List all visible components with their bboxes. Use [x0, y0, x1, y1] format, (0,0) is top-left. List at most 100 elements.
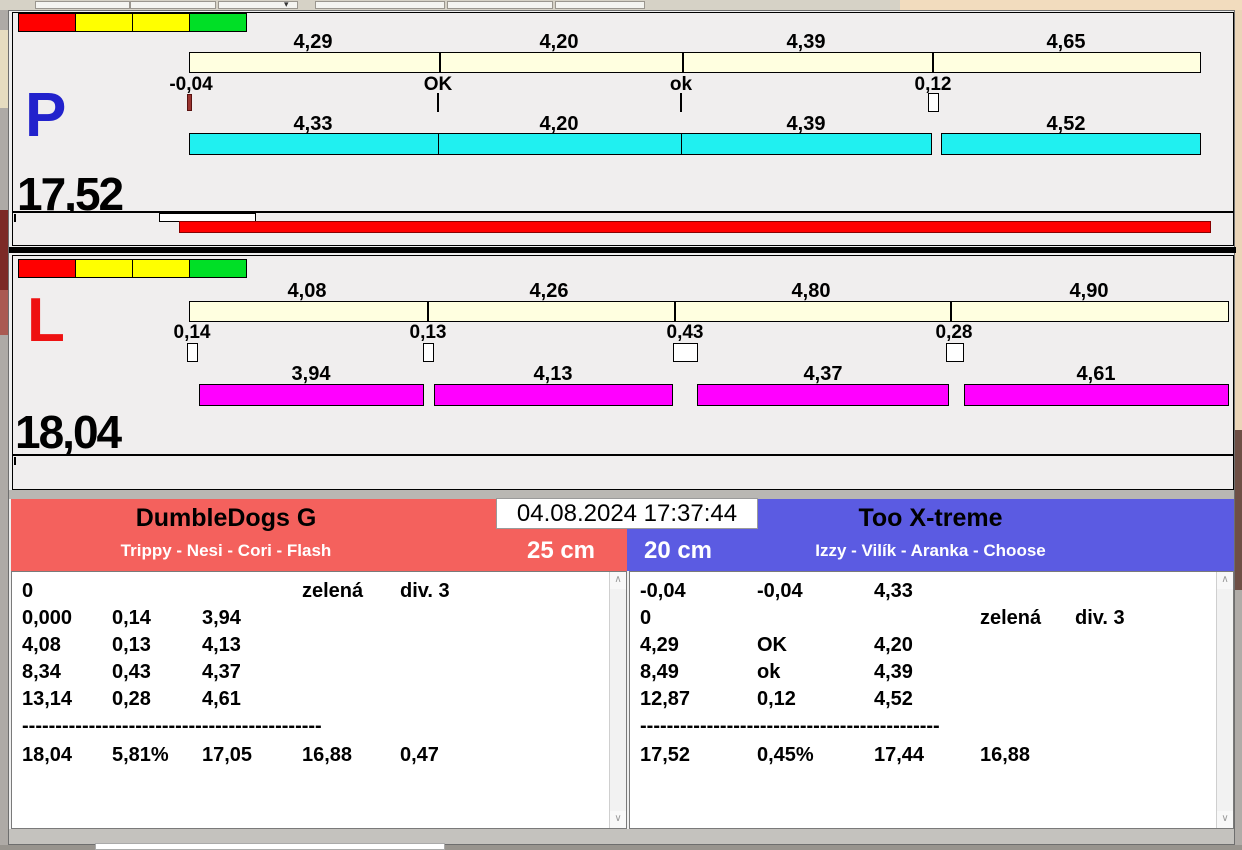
table-total-row: 18,04 5,81% 17,05 16,88 0,47	[12, 744, 606, 771]
l-ref-seg-label-4: 4,90	[1069, 280, 1109, 302]
cell: 3,94	[202, 607, 241, 629]
l-run-seg-label-4: 4,61	[1076, 363, 1116, 385]
l-changeover-gap-marker	[946, 343, 964, 362]
table-separator: ----------------------------------------…	[640, 715, 940, 737]
traffic-light-yellow2	[132, 13, 190, 32]
l-marker-label-3: 0,43	[666, 322, 704, 343]
cell: 4,33	[874, 580, 913, 602]
progress-origin-tick	[14, 214, 16, 222]
background-window-bottom-box	[95, 843, 445, 850]
table-row: 4,08 0,13 4,13	[12, 634, 606, 661]
lane-l-letter: L	[27, 286, 65, 355]
cell: div. 3	[1075, 607, 1125, 629]
dropdown-arrow-icon: ▾	[284, 0, 289, 9]
left-team-name: DumbleDogs G	[135, 504, 317, 532]
right-table-scrollbar[interactable]: ∧ ∨	[1216, 572, 1233, 828]
traffic-light-yellow1	[75, 13, 133, 32]
cell: 0,45%	[757, 744, 814, 766]
table-row: 0,000 0,14 3,94	[12, 607, 606, 634]
right-team-result-table: -0,04 -0,04 4,33 0 zelená div. 3 4,29 OK…	[629, 571, 1234, 829]
scroll-down-icon[interactable]: ∨	[610, 811, 626, 828]
cell: 4,08	[22, 634, 61, 656]
cell: 4,39	[874, 661, 913, 683]
background-sliver-segment	[0, 210, 8, 290]
p-ok-marker-line	[680, 93, 682, 112]
l-changeover-gap-marker	[423, 343, 434, 362]
l-run-segment-2	[434, 384, 673, 406]
right-team-height-class: 20 cm	[643, 537, 713, 564]
cell: 17,44	[874, 744, 925, 766]
background-sliver-segment	[1235, 10, 1242, 430]
traffic-light-strip	[18, 13, 252, 32]
table-row: -0,04 -0,04 4,33	[630, 580, 1213, 607]
p-ref-seg-label-2: 4,20	[539, 31, 579, 53]
left-team-dogs: Trippy - Nesi - Cori - Flash	[120, 541, 332, 560]
l-progress-container	[12, 455, 1234, 490]
cell: 0	[640, 607, 652, 629]
lane-p-panel: P 17,52 4,29 4,20 4,39 4,65 -0,04 OK ok …	[12, 12, 1234, 217]
scroll-up-icon[interactable]: ∧	[610, 572, 626, 589]
p-reference-bar	[189, 52, 1201, 73]
cell: 17,52	[640, 744, 691, 766]
table-row: 8,34 0,43 4,37	[12, 661, 606, 688]
cell: 0,13	[112, 634, 151, 656]
cell: 5,81%	[112, 744, 169, 766]
cell: 4,29	[640, 634, 679, 656]
l-ref-seg-label-3: 4,80	[791, 280, 831, 302]
left-table-scrollbar[interactable]: ∧ ∨	[609, 572, 626, 828]
scroll-down-icon[interactable]: ∨	[1217, 811, 1233, 828]
lane-p-letter: P	[25, 81, 67, 150]
cell: 0,43	[112, 661, 151, 683]
cell: 0,12	[757, 688, 796, 710]
cell: 4,37	[202, 661, 241, 683]
bar-tick	[932, 53, 934, 72]
cell: 4,52	[874, 688, 913, 710]
l-changeover-gap-marker	[673, 343, 698, 362]
l-reference-bar	[189, 301, 1229, 322]
p-progress-container	[12, 212, 1234, 246]
l-changeover-gap-marker	[187, 343, 198, 362]
p-marker-label-1: -0,04	[169, 74, 213, 95]
cell: 4,61	[202, 688, 241, 710]
p-changeover-gap-marker	[928, 93, 939, 112]
traffic-light-red	[18, 259, 76, 278]
bar-tick	[427, 302, 429, 321]
background-window-top-strip: ▾	[0, 0, 1242, 10]
p-ref-seg-label-1: 4,29	[293, 31, 333, 53]
p-ref-seg-label-4: 4,65	[1046, 31, 1086, 53]
cell: 16,88	[980, 744, 1031, 766]
window-bottom-band	[9, 829, 1234, 844]
scroll-up-icon[interactable]: ∧	[1217, 572, 1233, 589]
l-run-segment-1	[199, 384, 424, 406]
cell: 0,14	[112, 607, 151, 629]
p-run-segment-3	[681, 133, 932, 155]
traffic-light-green	[189, 259, 247, 278]
table-total-row: 17,52 0,45% 17,44 16,88	[630, 744, 1213, 771]
cell: -0,04	[640, 580, 686, 602]
cell: 12,87	[640, 688, 691, 710]
p-progress-red-bar	[179, 221, 1211, 233]
background-window-corner	[900, 0, 1242, 10]
background-toolbar-box	[130, 1, 216, 9]
cell: 16,88	[302, 744, 353, 766]
background-toolbar-box	[315, 1, 445, 9]
lane-l-total-time: 18,04	[15, 406, 122, 458]
cell: 13,14	[22, 688, 73, 710]
bar-tick	[674, 302, 676, 321]
cell: zelená	[980, 607, 1042, 629]
traffic-light-strip	[18, 259, 252, 278]
cell: 8,34	[22, 661, 61, 683]
background-sliver-segment	[0, 290, 8, 335]
background-sliver-segment	[1235, 430, 1242, 590]
left-team-result-table: 0 zelená div. 3 0,000 0,14 3,94 4,08 0,1…	[11, 571, 627, 829]
table-row: 0 zelená div. 3	[630, 607, 1213, 634]
traffic-light-yellow2	[132, 259, 190, 278]
cell: 0	[22, 580, 34, 602]
cell: 8,49	[640, 661, 679, 683]
l-run-seg-label-2: 4,13	[533, 363, 573, 385]
cell: 0,47	[400, 744, 439, 766]
table-row: 13,14 0,28 4,61	[12, 688, 606, 715]
bar-tick	[682, 53, 684, 72]
table-row: 0 zelená div. 3	[12, 580, 606, 607]
background-window-right-sliver	[1235, 10, 1242, 850]
